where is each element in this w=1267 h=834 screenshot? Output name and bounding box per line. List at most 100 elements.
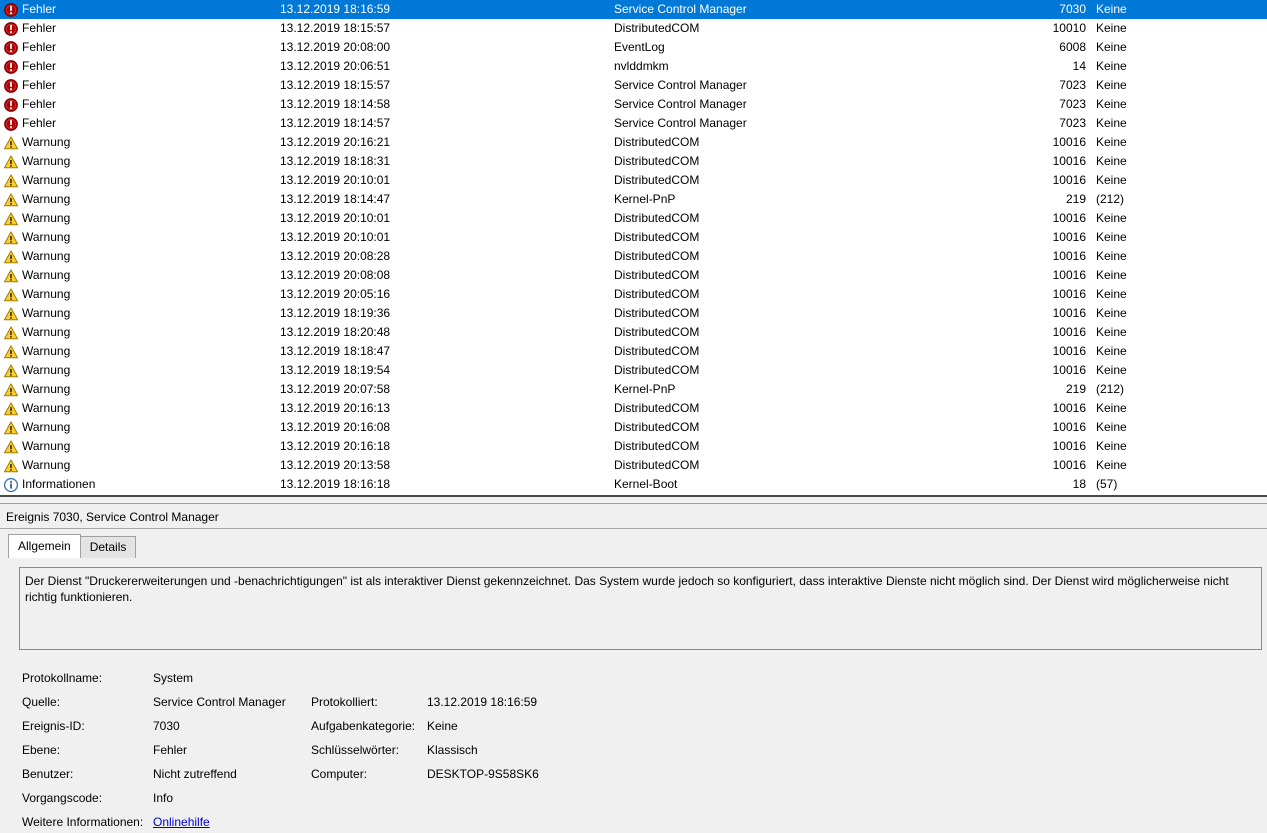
event-row[interactable]: Warnung 13.12.2019 20:08:28 DistributedCOM…	[0, 247, 1267, 266]
event-level-cell: Warnung	[22, 268, 71, 282]
protokolliert-label: Protokolliert:	[311, 695, 378, 709]
tab-details[interactable]: Details	[79, 536, 137, 558]
event-row[interactable]: Warnung 13.12.2019 18:14:47 Kernel-PnP 219 (…	[0, 190, 1267, 209]
event-level-cell: Warnung	[22, 135, 71, 149]
event-row[interactable]: Warnung 13.12.2019 20:16:21 DistributedCOM…	[0, 133, 1267, 152]
error-icon	[4, 79, 18, 93]
event-row[interactable]: Warnung 13.12.2019 18:19:54 DistributedCOM…	[0, 361, 1267, 380]
event-level-cell: Warnung	[22, 230, 71, 244]
event-row[interactable]: Fehler 13.12.2019 20:08:00 EventLog 6008 Kei…	[0, 38, 1267, 57]
event-row[interactable]: Warnung 13.12.2019 20:05:16 DistributedCOM…	[0, 285, 1267, 304]
event-level-cell: Warnung	[22, 211, 71, 225]
event-source-cell: DistributedCOM	[614, 363, 700, 377]
event-row[interactable]: Warnung 13.12.2019 20:16:13 DistributedCOM…	[0, 399, 1267, 418]
warning-icon	[4, 364, 18, 378]
event-row[interactable]: Warnung 13.12.2019 20:10:01 DistributedCOM…	[0, 171, 1267, 190]
warning-icon	[4, 345, 18, 359]
property-row-ereignis-id: Ereignis-ID: 7030 Aufgabenkategorie: Kei…	[0, 714, 1267, 738]
event-id-cell: 10016	[1052, 230, 1086, 244]
event-level-cell: Warnung	[22, 154, 71, 168]
computer-label: Computer:	[311, 767, 368, 781]
event-row[interactable]: Warnung 13.12.2019 20:16:18 DistributedCOM…	[0, 437, 1267, 456]
event-id-cell: 219	[1065, 192, 1086, 206]
event-row[interactable]: Warnung 13.12.2019 18:20:48 DistributedCOM…	[0, 323, 1267, 342]
event-datetime-cell: 13.12.2019 20:10:01	[280, 230, 391, 244]
event-source-cell: DistributedCOM	[614, 249, 700, 263]
event-category-cell: Keine	[1096, 78, 1127, 92]
event-row[interactable]: Warnung 13.12.2019 20:10:01 DistributedCOM…	[0, 209, 1267, 228]
event-row[interactable]: Warnung 13.12.2019 20:13:58 DistributedCOM…	[0, 456, 1267, 475]
aufgabenkategorie-label: Aufgabenkategorie:	[311, 719, 416, 733]
event-row[interactable]: Fehler 13.12.2019 18:15:57 Service Control…	[0, 76, 1267, 95]
event-id-cell: 10016	[1052, 306, 1086, 320]
event-level-cell: Warnung	[22, 192, 71, 206]
ebene-value: Fehler	[153, 743, 188, 757]
event-source-cell: DistributedCOM	[614, 458, 700, 472]
warning-icon	[4, 326, 18, 340]
event-row[interactable]: Warnung 13.12.2019 20:07:58 Kernel-PnP 219 (…	[0, 380, 1267, 399]
event-row[interactable]: Fehler 13.12.2019 18:14:58 Service Control…	[0, 95, 1267, 114]
event-row[interactable]: Fehler 13.12.2019 18:15:57 DistributedCOM 1…	[0, 19, 1267, 38]
ereignis-id-value: 7030	[153, 719, 180, 733]
event-row[interactable]: Warnung 13.12.2019 18:18:31 DistributedCOM…	[0, 152, 1267, 171]
event-level-cell: Warnung	[22, 401, 71, 415]
event-datetime-cell: 13.12.2019 18:14:47	[280, 192, 391, 206]
event-source-cell: Service Control Manager	[614, 116, 747, 130]
event-id-cell: 10016	[1052, 363, 1086, 377]
property-row-vorgangscode: Vorgangscode: Info	[0, 786, 1267, 810]
event-row[interactable]: Informationen 13.12.2019 18:16:18 Kernel-B…	[0, 475, 1267, 494]
event-datetime-cell: 13.12.2019 18:16:59	[280, 2, 391, 16]
event-datetime-cell: 13.12.2019 18:15:57	[280, 78, 391, 92]
event-row[interactable]: Warnung 13.12.2019 20:10:01 DistributedCOM…	[0, 228, 1267, 247]
event-category-cell: Keine	[1096, 306, 1127, 320]
event-id-cell: 10010	[1052, 21, 1086, 35]
property-row-weitere-informationen: Weitere Informationen: Onlinehilfe	[0, 810, 1267, 834]
event-source-cell: DistributedCOM	[614, 344, 700, 358]
event-source-cell: Kernel-Boot	[614, 477, 678, 491]
event-datetime-cell: 13.12.2019 20:08:28	[280, 249, 391, 263]
event-row[interactable]: Warnung 13.12.2019 20:08:08 DistributedCOM…	[0, 266, 1267, 285]
event-category-cell: (212)	[1096, 192, 1125, 206]
detail-title: Ereignis 7030, Service Control Manager	[6, 510, 219, 524]
weitere-informationen-label: Weitere Informationen:	[22, 815, 144, 829]
event-level-cell: Informationen	[22, 477, 96, 491]
onlinehilfe-link[interactable]: Onlinehilfe	[153, 815, 210, 829]
warning-icon	[4, 288, 18, 302]
event-row[interactable]: Warnung 13.12.2019 18:18:47 DistributedCOM…	[0, 342, 1267, 361]
warning-icon	[4, 136, 18, 150]
event-level-cell: Fehler	[22, 116, 57, 130]
ereignis-id-label: Ereignis-ID:	[22, 719, 85, 733]
event-id-cell: 7023	[1059, 97, 1086, 111]
event-row[interactable]: Warnung 13.12.2019 20:16:08 DistributedCOM…	[0, 418, 1267, 437]
property-row-ebene: Ebene: Fehler Schlüsselwörter: Klassisch	[0, 738, 1267, 762]
event-datetime-cell: 13.12.2019 20:16:08	[280, 420, 391, 434]
event-row[interactable]: Fehler 13.12.2019 18:16:59 Service Control…	[0, 0, 1267, 19]
warning-icon	[4, 440, 18, 454]
tab-allgemein[interactable]: Allgemein	[8, 534, 81, 558]
computer-value: DESKTOP-9S58SK6	[427, 767, 539, 781]
event-category-cell: Keine	[1096, 154, 1127, 168]
event-level-cell: Warnung	[22, 344, 71, 358]
information-icon	[4, 478, 18, 492]
event-category-cell: Keine	[1096, 59, 1127, 73]
event-datetime-cell: 13.12.2019 18:15:57	[280, 21, 391, 35]
event-list[interactable]: Fehler 13.12.2019 18:16:59 Service Control…	[0, 0, 1267, 495]
property-row-benutzer: Benutzer: Nicht zutreffend Computer: DES…	[0, 762, 1267, 786]
error-icon	[4, 41, 18, 55]
event-source-cell: Kernel-PnP	[614, 192, 676, 206]
event-datetime-cell: 13.12.2019 20:16:21	[280, 135, 391, 149]
event-category-cell: Keine	[1096, 40, 1127, 54]
event-id-cell: 10016	[1052, 211, 1086, 225]
warning-icon	[4, 193, 18, 207]
event-source-cell: nvlddmkm	[614, 59, 669, 73]
event-id-cell: 10016	[1052, 249, 1086, 263]
benutzer-label: Benutzer:	[22, 767, 74, 781]
event-category-cell: Keine	[1096, 325, 1127, 339]
event-row[interactable]: Fehler 13.12.2019 20:06:51 nvlddmkm 14 Keine	[0, 57, 1267, 76]
event-row[interactable]: Warnung 13.12.2019 18:19:36 DistributedCOM…	[0, 304, 1267, 323]
event-id-cell: 7023	[1059, 78, 1086, 92]
event-row[interactable]: Fehler 13.12.2019 18:14:57 Service Control…	[0, 114, 1267, 133]
event-id-cell: 10016	[1052, 268, 1086, 282]
event-source-cell: DistributedCOM	[614, 230, 700, 244]
vorgangscode-value: Info	[153, 791, 174, 805]
